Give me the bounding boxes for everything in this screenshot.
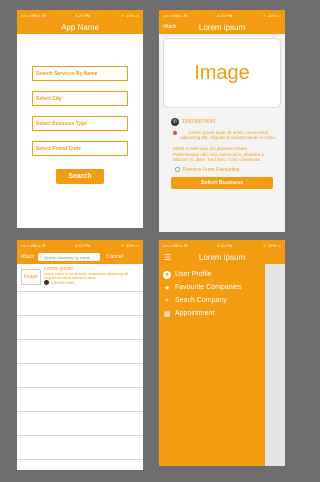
result-item[interactable]: Image Lorem ipsum Lorem ipsum dolor sit … — [17, 264, 143, 292]
star-icon: ★ — [163, 284, 171, 292]
search-icon: ⌕ — [40, 254, 43, 260]
description-text: Morbi in sem quis dui placerat ornare. P… — [173, 146, 266, 162]
status-time: 4:21 PM — [75, 242, 91, 248]
phone-row[interactable]: ✆ 130036874545 — [159, 118, 285, 126]
results-screen: •••○○ BELL ☰ 4:21 PM ⚡ 22% ▭ <Back ⌕ Sea… — [17, 240, 143, 470]
status-time: 4:21 PM — [217, 242, 233, 248]
search-screen: •••○○ BELL ☰ 4:21 PM ⚡ 22% ▭ App Name Se… — [17, 10, 143, 228]
content-peek — [265, 264, 285, 466]
image-label: Image — [194, 61, 250, 84]
status-bar: •••○○ BELL ☰ 4:21 PM ⚡ 22% ▭ — [159, 10, 285, 20]
menu-item-label: Seach Company — [175, 297, 227, 304]
calendar-icon: ▦ — [163, 310, 171, 318]
empty-row — [17, 388, 143, 412]
menu-screen-title: Lorem ipsum — [198, 252, 246, 262]
back-button[interactable]: <Back — [162, 24, 176, 30]
remove-favourites-label: Remove From Favourites — [183, 166, 240, 173]
select-city-field[interactable]: Select City — [32, 91, 128, 106]
business-image: Image — [163, 38, 281, 108]
detail-title: Lorem ipsum — [198, 22, 246, 32]
empty-row — [17, 436, 143, 460]
address-text: Lorem ipsum dolor sit amet, consectetur … — [180, 130, 277, 140]
status-carrier: •••○○ BELL ☰ — [21, 12, 46, 18]
phone-icon: ✆ — [171, 118, 179, 126]
search-button[interactable]: Search — [56, 169, 104, 184]
select-postal-code-field[interactable]: Select Postal Code — [32, 141, 128, 156]
status-battery: ⚡ 22% ▭ — [119, 12, 139, 18]
nav-bar: App Name — [17, 20, 143, 34]
phone-number: 130036874545 — [182, 119, 216, 125]
nav-bar: ☰ Lorem ipsum — [159, 250, 285, 264]
app-title: App Name — [61, 22, 99, 32]
menu-screen: •••○○ BELL ☰ 4:21 PM ⚡ 22% ▭ ☰ Lorem ips… — [159, 240, 285, 466]
search-input[interactable]: ⌕ Search business by name — [38, 253, 101, 261]
status-bar: •••○○ BELL ☰ 4:21 PM ⚡ 22% ▭ — [17, 240, 143, 250]
menu-item-label: User Profile — [175, 271, 212, 278]
checkbox-icon[interactable] — [175, 167, 180, 172]
status-time: 4:21 PM — [75, 12, 91, 18]
empty-row — [17, 316, 143, 340]
detail-screen: •••○○ BELL ☰ 4:21 PM ⚡ 22% ▭ <Back Lorem… — [159, 10, 285, 232]
empty-row — [17, 364, 143, 388]
empty-row — [17, 412, 143, 436]
cancel-button[interactable]: Cancel — [106, 254, 123, 260]
phone-icon — [44, 280, 49, 285]
nav-bar: <Back Lorem ipsum — [159, 20, 285, 34]
status-battery: ⚡ 22% ▭ — [261, 12, 281, 18]
status-battery: ⚡ 22% ▭ — [261, 242, 281, 248]
search-icon: ⌕ — [165, 296, 169, 304]
menu-item-label: Favourite Companies — [175, 284, 242, 291]
empty-row — [17, 340, 143, 364]
search-placeholder: Search business by name — [43, 254, 90, 260]
status-bar: •••○○ BELL ☰ 4:21 PM ⚡ 22% ▭ — [159, 240, 285, 250]
result-phone: 130036874545 — [51, 280, 75, 285]
result-text: Lorem ipsum Lorem ipsum dolor sit amet, … — [44, 266, 139, 285]
result-description: Lorem ipsum dolor sit amet, consectetur … — [44, 272, 130, 280]
address-row: Lorem ipsum dolor sit amet, consectetur … — [159, 130, 285, 140]
status-battery: ⚡ 22% ▭ — [119, 242, 139, 248]
menu-item-label: Appointment — [175, 310, 215, 317]
back-button[interactable]: <Back — [20, 254, 34, 260]
hamburger-menu-icon[interactable]: ☰ — [164, 253, 171, 262]
location-dot-icon — [173, 131, 177, 135]
status-carrier: •••○○ BELL ☰ — [163, 242, 188, 248]
nav-bar: <Back ⌕ Search business by name Cancel — [17, 250, 143, 264]
status-bar: •••○○ BELL ☰ 4:21 PM ⚡ 22% ▭ — [17, 10, 143, 20]
empty-row — [17, 292, 143, 316]
select-business-button[interactable]: Select Business — [171, 176, 273, 189]
select-business-type-field[interactable]: Select Business Type — [32, 116, 128, 131]
search-services-field[interactable]: Search Services By Name — [32, 66, 128, 81]
result-thumbnail: Image — [21, 269, 41, 285]
status-carrier: •••○○ BELL ☰ — [21, 242, 46, 248]
status-carrier: •••○○ BELL ☰ — [163, 12, 188, 18]
user-icon: ● — [163, 270, 171, 279]
status-time: 4:21 PM — [217, 12, 233, 18]
result-phone-row: 130036874545 — [44, 280, 139, 285]
